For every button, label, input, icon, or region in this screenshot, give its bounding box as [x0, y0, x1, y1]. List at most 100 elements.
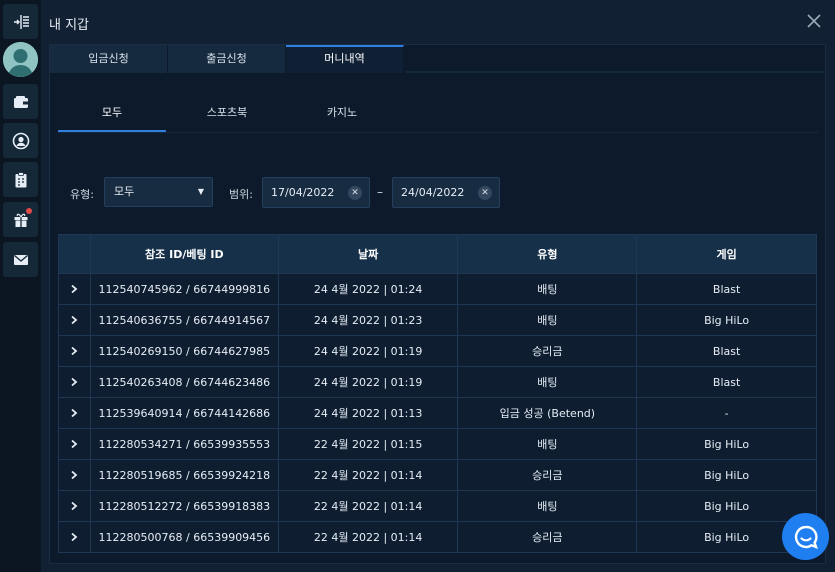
cell-reference-id: 112280534271 / 66539935553: [89, 428, 279, 460]
mail-icon: [13, 254, 28, 265]
gift-button[interactable]: [3, 202, 38, 237]
cell-date: 24 4월 2022 | 01:19: [277, 335, 459, 367]
date-to-value: 24/04/2022: [401, 186, 465, 199]
chevron-right-icon: [71, 532, 78, 542]
cell-game: Blast: [636, 335, 817, 367]
expand-column-header: [58, 234, 91, 274]
modal-title: 내 지갑: [49, 18, 90, 33]
column-header-type: 유형: [457, 234, 638, 274]
chat-bubble-icon: [794, 525, 818, 549]
subtabs-divider: [58, 132, 818, 133]
cell-date: 22 4월 2022 | 01:14: [277, 521, 459, 553]
history-button[interactable]: [3, 162, 38, 197]
date-from-input[interactable]: 17/04/2022 ✕: [262, 177, 370, 208]
cell-game: Big HiLo: [636, 490, 817, 522]
clear-icon[interactable]: ✕: [348, 186, 362, 200]
main-tabs: 입금신청 출금신청 머니내역: [50, 45, 404, 73]
menu-collapse-icon: [13, 14, 29, 29]
clipboard-icon: [15, 171, 26, 187]
cell-type: 배팅: [457, 273, 638, 305]
cell-game: Blast: [636, 366, 817, 398]
cell-date: 22 4월 2022 | 01:14: [277, 490, 459, 522]
wallet-icon: [13, 95, 28, 108]
avatar[interactable]: [3, 42, 38, 77]
table-row: 112540636755 / 66744914567 24 4월 2022 | 0…: [58, 304, 817, 336]
cell-date: 22 4월 2022 | 01:14: [277, 459, 459, 491]
table-body: 112540745962 / 66744999816 24 4월 2022 | 0…: [58, 273, 817, 553]
chevron-right-icon: [71, 501, 78, 511]
table-row: 112539640914 / 66744142686 24 4월 2022 | 0…: [58, 397, 817, 429]
table-row: 112540269150 / 66744627985 24 4월 2022 | 0…: [58, 335, 817, 367]
cell-type: 승리금: [457, 335, 638, 367]
table-row: 112280534271 / 66539935553 22 4월 2022 | 0…: [58, 428, 817, 460]
row-expand-button[interactable]: [58, 397, 91, 429]
wallet-button[interactable]: [3, 84, 38, 119]
row-expand-button[interactable]: [58, 366, 91, 398]
cell-date: 24 4월 2022 | 01:13: [277, 397, 459, 429]
history-table: 참조 ID/베팅 ID 날짜 유형 게임 112540745962 / 6674…: [58, 234, 817, 553]
type-select[interactable]: 모두 ▼: [104, 177, 213, 207]
table-row: 112280500768 / 66539909456 22 4월 2022 | 0…: [58, 521, 817, 553]
table-row: 112540745962 / 66744999816 24 4월 2022 | 0…: [58, 273, 817, 305]
cell-game: Big HiLo: [636, 304, 817, 336]
cell-type: 승리금: [457, 459, 638, 491]
wallet-panel: 입금신청 출금신청 머니내역 모두 스포츠북 카지노 유형: 모두 ▼ 범위: …: [49, 44, 826, 564]
chevron-right-icon: [71, 377, 78, 387]
cell-reference-id: 112539640914 / 66744142686: [89, 397, 279, 429]
date-to-input[interactable]: 24/04/2022 ✕: [392, 177, 500, 208]
row-expand-button[interactable]: [58, 273, 91, 305]
column-header-id: 참조 ID/베팅 ID: [89, 234, 279, 274]
row-expand-button[interactable]: [58, 428, 91, 460]
menu-collapse-button[interactable]: [3, 4, 38, 39]
table-row: 112540263408 / 66744623486 24 4월 2022 | 0…: [58, 366, 817, 398]
row-expand-button[interactable]: [58, 335, 91, 367]
table-header-row: 참조 ID/베팅 ID 날짜 유형 게임: [58, 234, 817, 274]
chevron-right-icon: [71, 439, 78, 449]
side-rail: [0, 0, 41, 572]
cell-date: 24 4월 2022 | 01:19: [277, 366, 459, 398]
cell-type: 배팅: [457, 428, 638, 460]
cell-date: 22 4월 2022 | 01:15: [277, 428, 459, 460]
cell-reference-id: 112280500768 / 66539909456: [89, 521, 279, 553]
row-expand-button[interactable]: [58, 521, 91, 553]
cell-reference-id: 112540745962 / 66744999816: [89, 273, 279, 305]
chevron-right-icon: [71, 315, 78, 325]
cell-reference-id: 112280512272 / 66539918383: [89, 490, 279, 522]
subtab-sportsbook[interactable]: 스포츠북: [173, 97, 281, 133]
subtab-casino[interactable]: 카지노: [288, 97, 396, 133]
notification-dot: [26, 208, 32, 214]
cell-date: 24 4월 2022 | 01:24: [277, 273, 459, 305]
cell-type: 배팅: [457, 490, 638, 522]
close-icon[interactable]: [805, 12, 823, 30]
chat-button[interactable]: [782, 513, 829, 560]
chevron-right-icon: [71, 408, 78, 418]
cell-type: 승리금: [457, 521, 638, 553]
cell-game: Big HiLo: [636, 428, 817, 460]
cell-reference-id: 112540263408 / 66744623486: [89, 366, 279, 398]
date-range-separator: –: [377, 185, 383, 199]
table-row: 112280519685 / 66539924218 22 4월 2022 | 0…: [58, 459, 817, 491]
cell-game: Big HiLo: [636, 459, 817, 491]
type-filter-label: 유형:: [70, 188, 94, 201]
cell-type: 배팅: [457, 304, 638, 336]
tab-deposit[interactable]: 입금신청: [50, 45, 168, 73]
cell-type: 입금 성공 (Betend): [457, 397, 638, 429]
row-expand-button[interactable]: [58, 459, 91, 491]
tab-money-history[interactable]: 머니내역: [286, 45, 404, 73]
row-expand-button[interactable]: [58, 490, 91, 522]
cell-game: Blast: [636, 273, 817, 305]
chevron-right-icon: [71, 284, 78, 294]
wallet-modal: 내 지갑 입금신청 출금신청 머니내역 모두 스포츠북 카지노 유형: 모두 ▼…: [41, 0, 835, 572]
mail-button[interactable]: [3, 242, 38, 277]
range-filter-label: 범위:: [229, 188, 253, 201]
subtab-all[interactable]: 모두: [58, 97, 166, 133]
tab-withdraw[interactable]: 출금신청: [168, 45, 286, 73]
profile-button[interactable]: [3, 123, 38, 158]
clear-icon[interactable]: ✕: [478, 186, 492, 200]
caret-down-icon: ▼: [197, 187, 204, 196]
column-header-date: 날짜: [277, 234, 459, 274]
cell-reference-id: 112280519685 / 66539924218: [89, 459, 279, 491]
cell-reference-id: 112540269150 / 66744627985: [89, 335, 279, 367]
cell-date: 24 4월 2022 | 01:23: [277, 304, 459, 336]
row-expand-button[interactable]: [58, 304, 91, 336]
